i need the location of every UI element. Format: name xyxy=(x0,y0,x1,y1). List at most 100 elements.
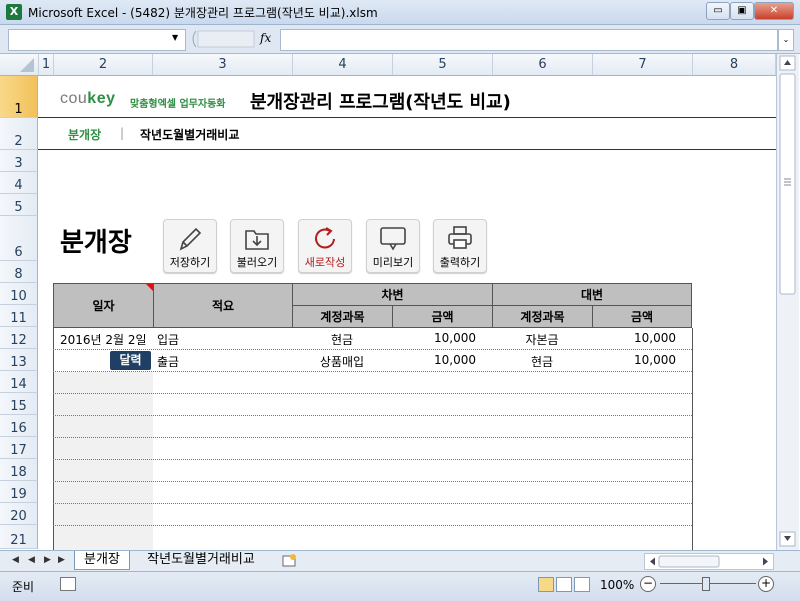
zoom-out-button[interactable]: − xyxy=(640,576,656,592)
nav-link-journal[interactable]: 분개장 xyxy=(68,126,101,143)
column-header[interactable]: 8 xyxy=(693,54,776,75)
insert-function-icon[interactable]: fx xyxy=(260,31,271,45)
column-header[interactable]: 3 xyxy=(153,54,293,75)
row-header[interactable]: 21 xyxy=(0,525,38,549)
brand-logo: coukey xyxy=(60,90,116,108)
column-header[interactable]: 1 xyxy=(39,54,54,75)
row2-credit-account[interactable]: 현금 xyxy=(492,353,592,370)
column-header[interactable]: 6 xyxy=(493,54,593,75)
row-header[interactable]: 3 xyxy=(0,150,38,172)
prev-sheet-icon[interactable]: ◀ xyxy=(28,555,35,565)
page-break-view-icon[interactable] xyxy=(574,577,590,592)
row-header[interactable]: 12 xyxy=(0,327,38,349)
calendar-button[interactable]: 달력 xyxy=(110,351,151,370)
row-header[interactable]: 5 xyxy=(0,194,38,216)
formula-bar-divider-icon xyxy=(192,30,255,48)
header-credit: 대변 xyxy=(492,283,692,306)
row1-credit-amount[interactable]: 10,000 xyxy=(592,331,676,345)
row-header[interactable]: 15 xyxy=(0,393,38,415)
row-header[interactable]: 10 xyxy=(0,283,38,305)
close-button[interactable]: ✕ xyxy=(754,2,794,20)
chevron-down-icon[interactable]: ▼ xyxy=(172,33,178,42)
nav-link-yearly-comparison[interactable]: 작년도월별거래비교 xyxy=(140,126,239,143)
brand-prefix: cou xyxy=(60,90,88,107)
print-label: 출력하기 xyxy=(439,256,481,269)
load-button[interactable]: 불러오기 xyxy=(230,219,284,273)
page-layout-view-icon[interactable] xyxy=(556,577,572,592)
divider xyxy=(38,149,776,150)
row2-credit-amount[interactable]: 10,000 xyxy=(592,353,676,367)
column-header[interactable]: 2 xyxy=(54,54,153,75)
name-box[interactable] xyxy=(8,29,186,51)
tab-yearly-comparison[interactable]: 작년도월별거래비교 xyxy=(132,551,270,569)
first-sheet-icon[interactable]: ◀ xyxy=(12,555,19,565)
minimize-button[interactable]: ▭ xyxy=(706,2,730,20)
insert-sheet-icon[interactable] xyxy=(282,553,298,567)
row-header[interactable]: 1 xyxy=(0,76,38,118)
row-header[interactable]: 17 xyxy=(0,437,38,459)
header-debit: 차변 xyxy=(292,283,493,306)
tab-journal[interactable]: 분개장 xyxy=(74,551,130,570)
select-all-corner[interactable] xyxy=(0,54,39,75)
formula-bar: ▼ fx ⌄ xyxy=(0,25,800,54)
row-header[interactable]: 4 xyxy=(0,172,38,194)
printer-icon xyxy=(448,226,472,249)
table-right-border xyxy=(692,328,693,550)
row1-debit-amount[interactable]: 10,000 xyxy=(392,331,476,345)
print-button[interactable]: 출력하기 xyxy=(433,219,487,273)
header-date: 일자 xyxy=(53,283,154,328)
row1-date[interactable]: 2016년 2월 2일 xyxy=(60,331,147,348)
sheet-tab-bar: ◀ ◀ ▶ ▶ 분개장 작년도월별거래비교 xyxy=(0,550,800,571)
save-button[interactable]: 저장하기 xyxy=(163,219,217,273)
row2-debit-account[interactable]: 상품매입 xyxy=(292,353,392,370)
column-headers: 1 2 3 4 5 6 7 8 xyxy=(0,54,776,76)
row-header[interactable]: 20 xyxy=(0,503,38,525)
monitor-icon xyxy=(380,227,406,251)
row-header[interactable]: 6 xyxy=(0,216,38,261)
record-macro-icon[interactable] xyxy=(60,577,76,591)
table-row-line xyxy=(53,481,692,482)
formula-input[interactable] xyxy=(280,29,778,51)
date-column-fill xyxy=(53,372,153,550)
row-header[interactable]: 11 xyxy=(0,305,38,327)
normal-view-icon[interactable] xyxy=(538,577,554,592)
row-header[interactable]: 8 xyxy=(0,261,38,283)
table-row-line xyxy=(53,503,692,504)
brand-suffix: key xyxy=(87,90,116,107)
vertical-scrollbar[interactable] xyxy=(776,54,799,550)
column-header[interactable]: 7 xyxy=(593,54,693,75)
table-row-line xyxy=(53,371,692,372)
row-header[interactable]: 16 xyxy=(0,415,38,437)
zoom-level[interactable]: 100% xyxy=(600,578,634,592)
next-sheet-icon[interactable]: ▶ xyxy=(44,555,51,565)
header-debit-amount: 금액 xyxy=(392,305,493,328)
row-header[interactable]: 14 xyxy=(0,371,38,393)
row1-summary[interactable]: 입금 xyxy=(157,331,179,348)
preview-button[interactable]: 미리보기 xyxy=(366,219,420,273)
restore-button[interactable]: ▣ xyxy=(730,2,754,20)
row-header[interactable]: 19 xyxy=(0,481,38,503)
save-label: 저장하기 xyxy=(169,256,211,269)
row1-debit-account[interactable]: 현금 xyxy=(292,331,392,348)
excel-app-icon[interactable]: X xyxy=(6,4,22,20)
row-header[interactable]: 13 xyxy=(0,349,38,371)
horizontal-scrollbar[interactable] xyxy=(644,553,774,570)
row2-summary[interactable]: 출금 xyxy=(157,353,179,370)
zoom-in-button[interactable]: + xyxy=(758,576,774,592)
zoom-slider-thumb[interactable] xyxy=(702,577,710,591)
new-button[interactable]: 새로작성 xyxy=(298,219,352,273)
expand-formula-bar-icon[interactable]: ⌄ xyxy=(778,29,794,51)
column-header[interactable]: 5 xyxy=(393,54,493,75)
program-title: 분개장관리 프로그램(작년도 비교) xyxy=(250,92,511,113)
table-row-line xyxy=(53,525,692,526)
last-sheet-icon[interactable]: ▶ xyxy=(58,555,65,565)
row-header[interactable]: 18 xyxy=(0,459,38,481)
row1-credit-account[interactable]: 자본금 xyxy=(492,331,592,348)
nav-separator: | xyxy=(120,126,125,140)
table-row-line xyxy=(53,415,692,416)
header-credit-account: 계정과목 xyxy=(492,305,593,328)
header-credit-amount: 금액 xyxy=(592,305,692,328)
row-header[interactable]: 2 xyxy=(0,118,38,150)
row2-debit-amount[interactable]: 10,000 xyxy=(392,353,476,367)
column-header[interactable]: 4 xyxy=(293,54,393,75)
